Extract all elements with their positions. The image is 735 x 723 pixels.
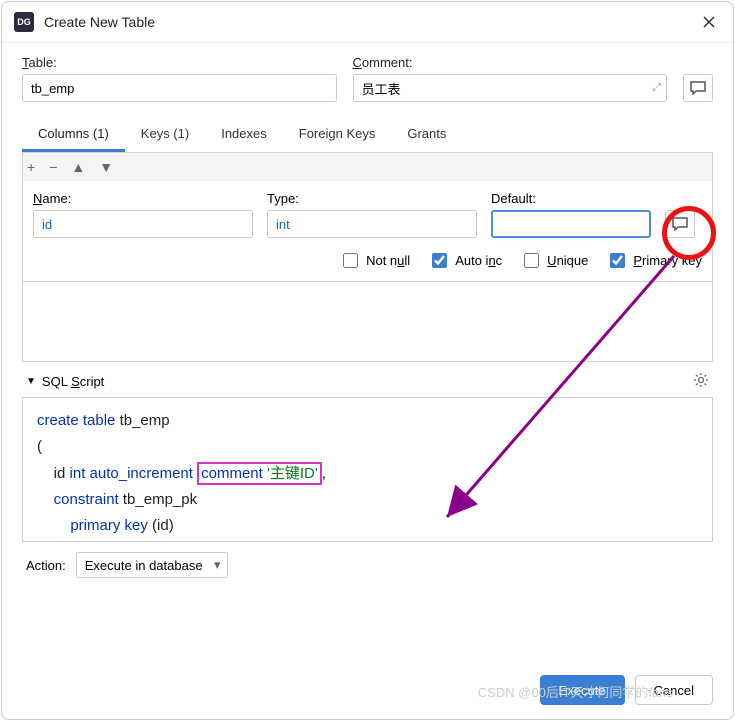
tab-keys[interactable]: Keys (1) <box>125 118 205 152</box>
close-icon <box>703 16 715 28</box>
action-select[interactable]: Execute in database <box>76 552 228 578</box>
tab-columns[interactable]: Columns (1) <box>22 118 125 152</box>
remove-column-button[interactable]: − <box>49 159 57 175</box>
move-up-button[interactable]: ▲ <box>71 159 85 175</box>
tab-foreign-keys[interactable]: Foreign Keys <box>283 118 392 152</box>
not-null-check[interactable]: Not null <box>339 250 410 271</box>
table-name-input[interactable] <box>22 74 337 102</box>
sql-script-header[interactable]: ▼ SQL Script <box>22 362 713 397</box>
column-flags: Not null Auto inc Unique Primary key <box>33 250 702 271</box>
column-editor: Name: Type: Default: Not null Auto inc <box>22 181 713 282</box>
dialog-footer: Execute Cancel <box>2 661 733 719</box>
gear-icon[interactable] <box>693 372 709 391</box>
comment-input[interactable] <box>353 74 668 102</box>
move-down-button[interactable]: ▼ <box>99 159 113 175</box>
close-button[interactable] <box>697 10 721 34</box>
action-label: Action: <box>26 558 66 573</box>
col-default-input[interactable] <box>491 210 651 238</box>
table-label: Table: <box>22 55 337 70</box>
tabs: Columns (1) Keys (1) Indexes Foreign Key… <box>22 118 713 153</box>
title-bar: DG Create New Table <box>2 2 733 43</box>
cancel-button[interactable]: Cancel <box>635 675 713 705</box>
dialog-title: Create New Table <box>44 14 697 30</box>
tab-grants[interactable]: Grants <box>391 118 462 152</box>
auto-inc-check[interactable]: Auto inc <box>428 250 502 271</box>
execute-button[interactable]: Execute <box>540 675 625 705</box>
create-table-dialog: DG Create New Table Table: Comment: ⤢ <box>1 1 734 720</box>
add-column-button[interactable]: + <box>27 159 35 175</box>
comment-bubble-button[interactable] <box>683 74 713 102</box>
tab-indexes[interactable]: Indexes <box>205 118 283 152</box>
comment-field: Comment: ⤢ <box>353 55 668 102</box>
primary-key-check[interactable]: Primary key <box>606 250 702 271</box>
chevron-down-icon: ▼ <box>26 376 36 387</box>
comment-icon <box>690 81 706 95</box>
col-default-label: Default: <box>491 191 651 206</box>
col-name-label: Name: <box>33 191 253 206</box>
unique-check[interactable]: Unique <box>520 250 588 271</box>
comment-label: Comment: <box>353 55 668 70</box>
sql-code-editor[interactable]: create table tb_emp ( id int auto_increm… <box>22 397 713 542</box>
expand-icon[interactable]: ⤢ <box>652 82 661 95</box>
col-type-input[interactable] <box>267 210 477 238</box>
col-name-input[interactable] <box>33 210 253 238</box>
column-comment-button[interactable] <box>665 210 695 238</box>
comment-icon <box>672 217 688 231</box>
app-icon: DG <box>14 12 34 32</box>
column-toolbar: + − ▲ ▼ <box>22 153 713 181</box>
col-type-label: Type: <box>267 191 477 206</box>
sql-script-label: SQL Script <box>42 374 104 389</box>
table-name-field: Table: <box>22 55 337 102</box>
column-list-area <box>22 282 713 362</box>
action-row: Action: Execute in database <box>22 542 713 588</box>
